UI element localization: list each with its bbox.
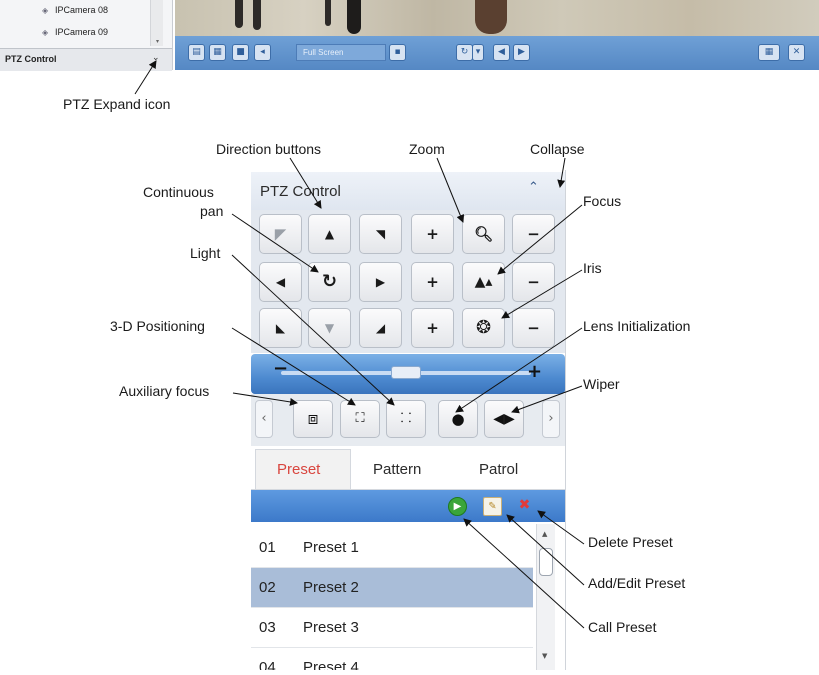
- annotation-leader-lines: [134, 60, 585, 629]
- leader-call-preset: [463, 518, 585, 629]
- leader-delete-preset: [537, 510, 585, 545]
- leader-direction-buttons: [289, 157, 322, 209]
- leader-add-edit-preset: [506, 514, 585, 586]
- leader-continuous-pan: [231, 213, 319, 273]
- leader-auxiliary-focus: [232, 392, 298, 406]
- leader-focus: [497, 204, 583, 275]
- leader-3d-positioning: [231, 327, 356, 406]
- leader-zoom: [436, 157, 465, 223]
- leader-ptz-expand-icon: [134, 60, 157, 95]
- leader-iris: [501, 269, 583, 319]
- leader-wiper: [511, 385, 583, 414]
- leader-collapse: [557, 157, 566, 188]
- leader-lens-initialization: [455, 327, 583, 413]
- leader-light: [231, 254, 395, 406]
